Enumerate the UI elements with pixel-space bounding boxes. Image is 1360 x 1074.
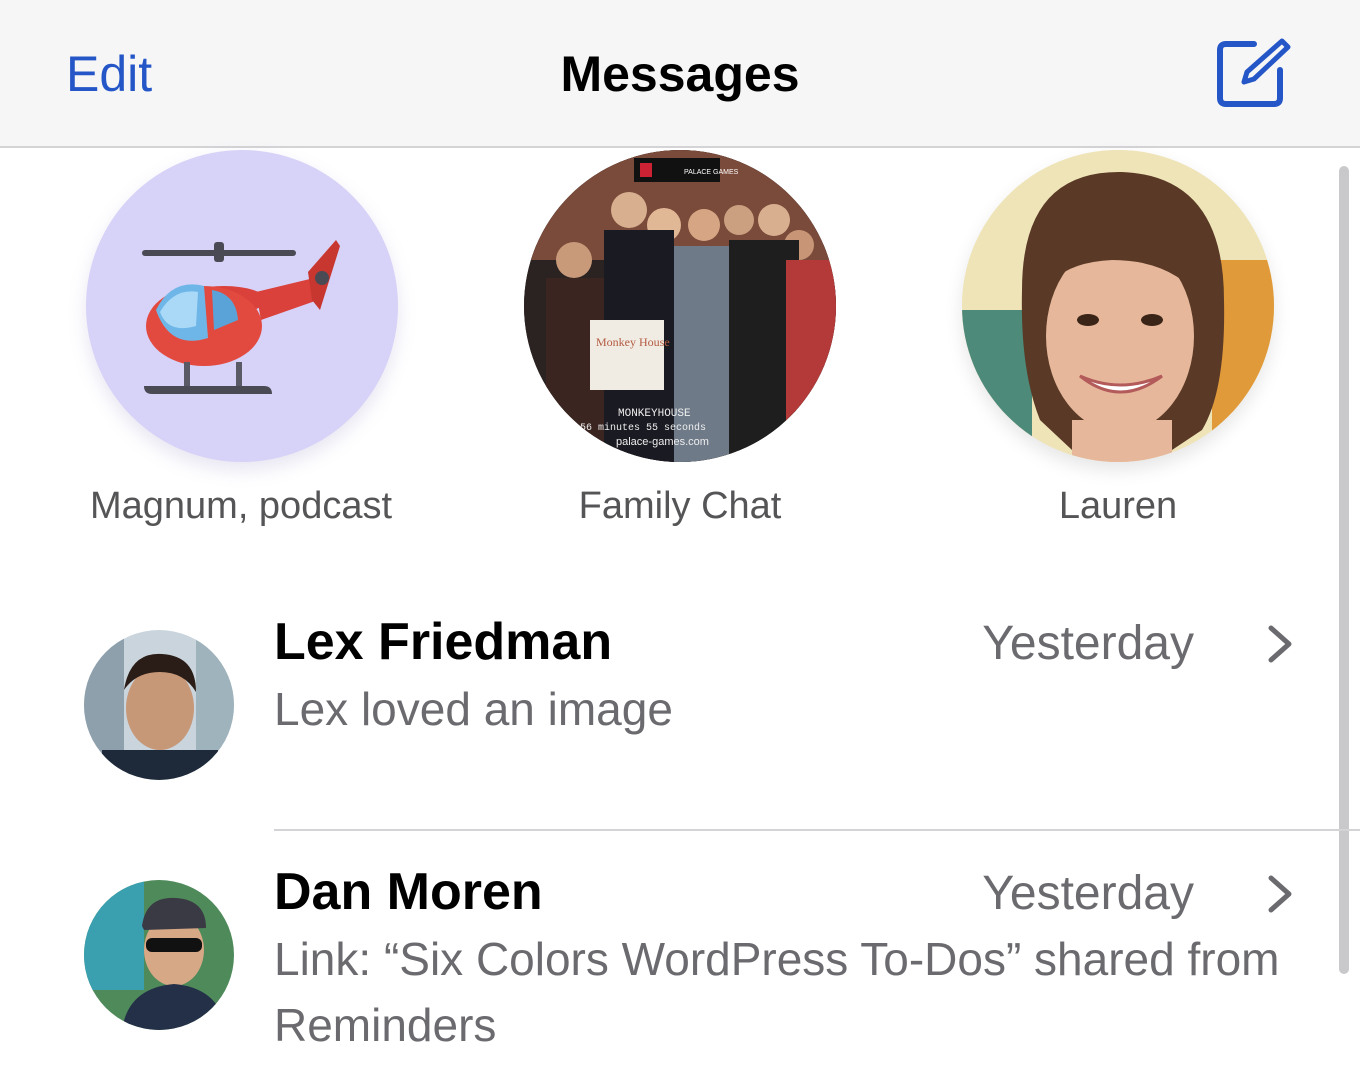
palace-games-logo-text: PALACE GAMES [684, 169, 739, 176]
photo-caption-time: 56 minutes 55 seconds [580, 422, 706, 434]
photo-caption-site: palace-games.com [616, 436, 709, 448]
pinned-label-magnum: Magnum, podcast [89, 485, 393, 527]
conversation-row-dan-moren[interactable]: Dan Moren Yesterday Link: “Six Colors Wo… [0, 850, 1330, 1074]
message-preview: Link: “Six Colors WordPress To-Dos” shar… [274, 933, 1280, 1051]
avatar-lex-friedman [84, 630, 234, 780]
pinned-avatar-lauren[interactable] [962, 150, 1274, 462]
contact-name: Dan Moren [274, 863, 543, 921]
pinned-avatar-family-chat[interactable]: PALACE GAMES Monkey House MONKEYHOUSE 56… [524, 150, 836, 462]
timestamp: Yesterday [982, 867, 1194, 920]
scrollbar[interactable] [1339, 166, 1349, 974]
page-title: Messages [560, 46, 800, 102]
navigation-bar: Edit Messages [0, 0, 1360, 148]
chevron-right-icon [1262, 620, 1298, 668]
message-preview: Lex loved an image [274, 683, 673, 735]
compose-icon[interactable] [1214, 36, 1294, 110]
photo-caption-title: MONKEYHOUSE [618, 408, 691, 420]
helicopter-icon [142, 240, 340, 394]
avatar-dan-moren [84, 880, 234, 1030]
portrait-photo [962, 150, 1274, 462]
pinned-label-family-chat: Family Chat [578, 485, 782, 527]
pinned-label-lauren: Lauren [1058, 485, 1178, 527]
pinned-avatar-magnum[interactable] [86, 150, 398, 462]
contact-name: Lex Friedman [274, 613, 613, 671]
group-photo: PALACE GAMES Monkey House MONKEYHOUSE 56… [524, 150, 836, 462]
chevron-right-icon [1262, 870, 1298, 918]
divider [274, 829, 1360, 831]
timestamp: Yesterday [982, 617, 1194, 670]
monkey-house-sign-text: Monkey House [596, 335, 670, 349]
conversation-row-lex-friedman[interactable]: Lex Friedman Yesterday Lex loved an imag… [0, 600, 1330, 828]
